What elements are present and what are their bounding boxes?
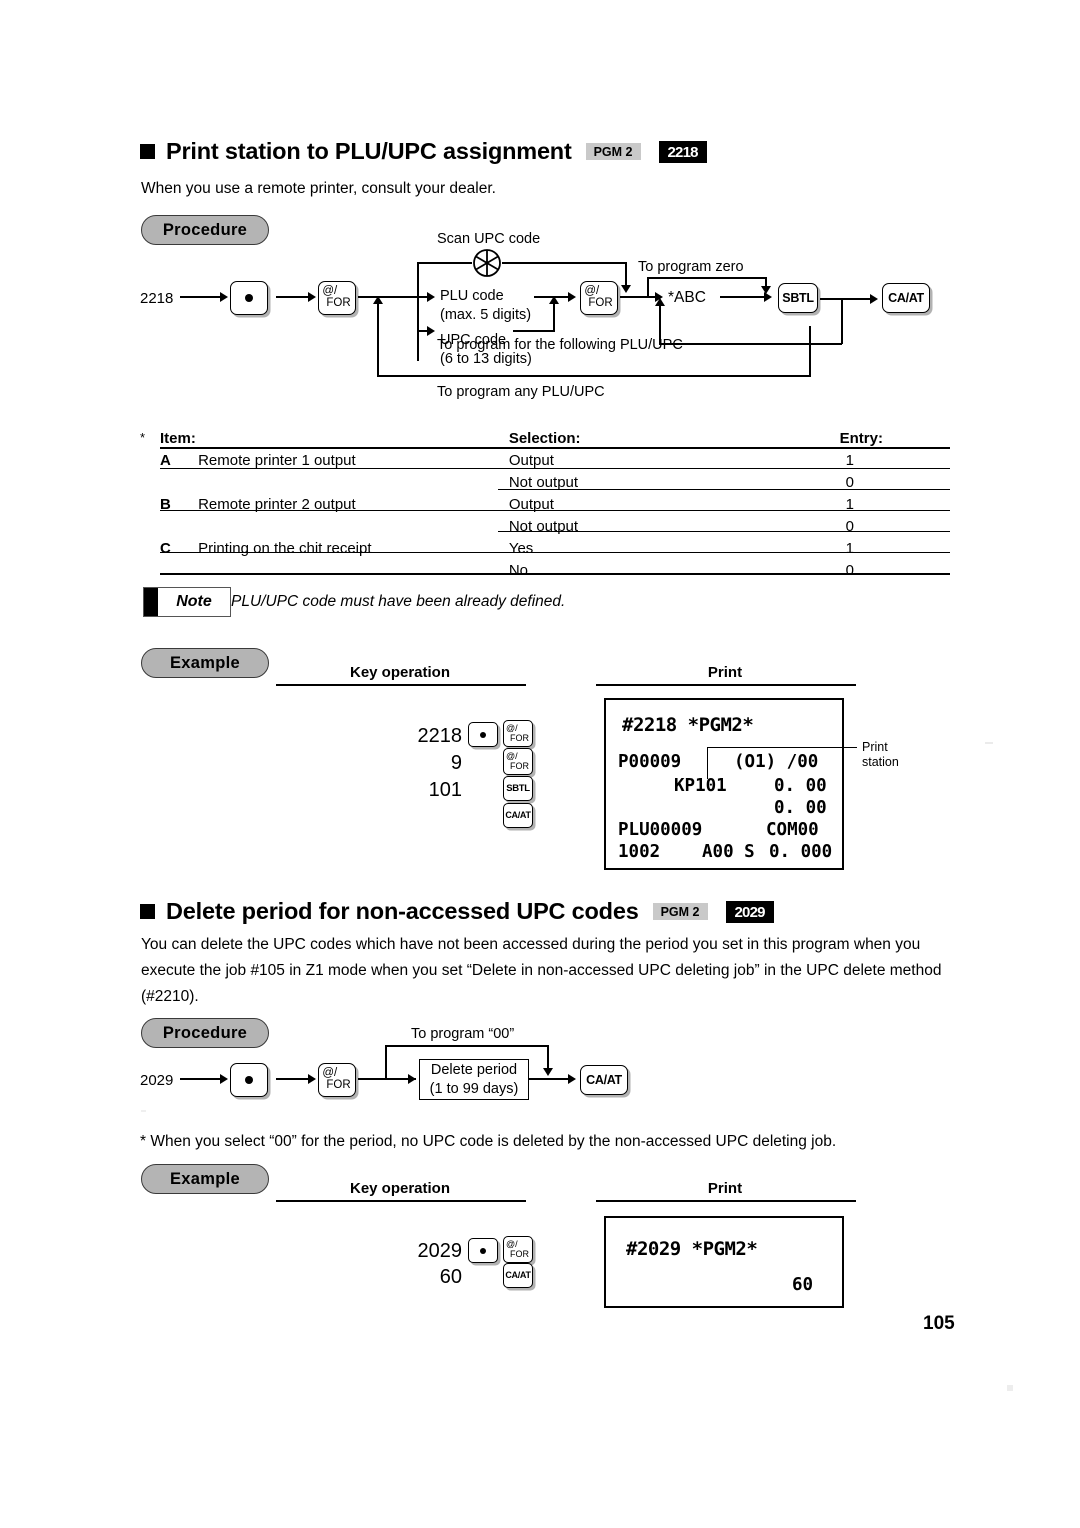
flow2-zero-h: [385, 1045, 549, 1047]
print-rule-2: [596, 1200, 856, 1202]
key-decimal-point-ex2[interactable]: [468, 1238, 498, 1263]
key-for-label-3: FOR: [326, 1079, 351, 1091]
flow2-arrow-a: [220, 1074, 228, 1084]
flow2-line-a: [180, 1078, 222, 1080]
decimal-dot-icon: [245, 1076, 253, 1084]
key-operation-rule-2: [276, 1200, 526, 1202]
flow2-box-line1: Delete period: [430, 1061, 518, 1078]
key-caat-ex2[interactable]: CA/AT: [503, 1263, 533, 1288]
flow2-arrow-c: [408, 1074, 416, 1084]
key-operation-header-2: Key operation: [349, 1180, 451, 1197]
scan-artifact: [985, 742, 993, 744]
print-header-2: Print: [707, 1180, 743, 1197]
page-number: 105: [923, 1313, 955, 1334]
flow2-line-b: [276, 1078, 312, 1080]
key-at-for-ex2[interactable]: @/ FOR: [503, 1236, 533, 1263]
section2-footnote: * When you select “00” for the period, n…: [140, 1133, 837, 1150]
flow2-arrow-d: [568, 1074, 576, 1084]
key-caat-2[interactable]: CA/AT: [580, 1065, 628, 1095]
scan-artifact: [141, 1110, 146, 1112]
receipt-sample-2: #2029 *PGM2* 60: [604, 1216, 844, 1308]
scan-artifact: [1007, 1385, 1013, 1391]
procedure-flowchart-2: 2029 @/ FOR To program “00” Delete perio…: [0, 0, 1080, 1140]
flow2-zero-v-left: [385, 1045, 387, 1078]
flow2-arrow-b: [308, 1074, 316, 1084]
decimal-dot-icon: [480, 1247, 486, 1254]
manual-page: Print station to PLU/UPC assignment PGM …: [0, 0, 1080, 1528]
receipt2-line1: #2029 *PGM2*: [626, 1238, 758, 1260]
key-at-for-3[interactable]: @/ FOR: [318, 1063, 356, 1097]
flow2-zero-arrow: [543, 1068, 553, 1076]
flow2-box-line2: (1 to 99 days): [429, 1080, 519, 1097]
key-for-label: FOR: [510, 1248, 529, 1259]
keyop2-num-2029: 2029: [417, 1240, 463, 1262]
flow2-start-code: 2029: [140, 1072, 174, 1089]
example-pill-2: Example: [141, 1164, 269, 1194]
receipt2-line2: 60: [792, 1275, 814, 1295]
flow2-zero-v-right: [547, 1045, 549, 1070]
flow2-zero-label: To program “00”: [411, 1026, 515, 1042]
key-decimal-point-2[interactable]: [230, 1063, 268, 1097]
flow2-delete-period-box: Delete period (1 to 99 days): [419, 1059, 529, 1100]
keyop2-num-60: 60: [439, 1266, 462, 1288]
